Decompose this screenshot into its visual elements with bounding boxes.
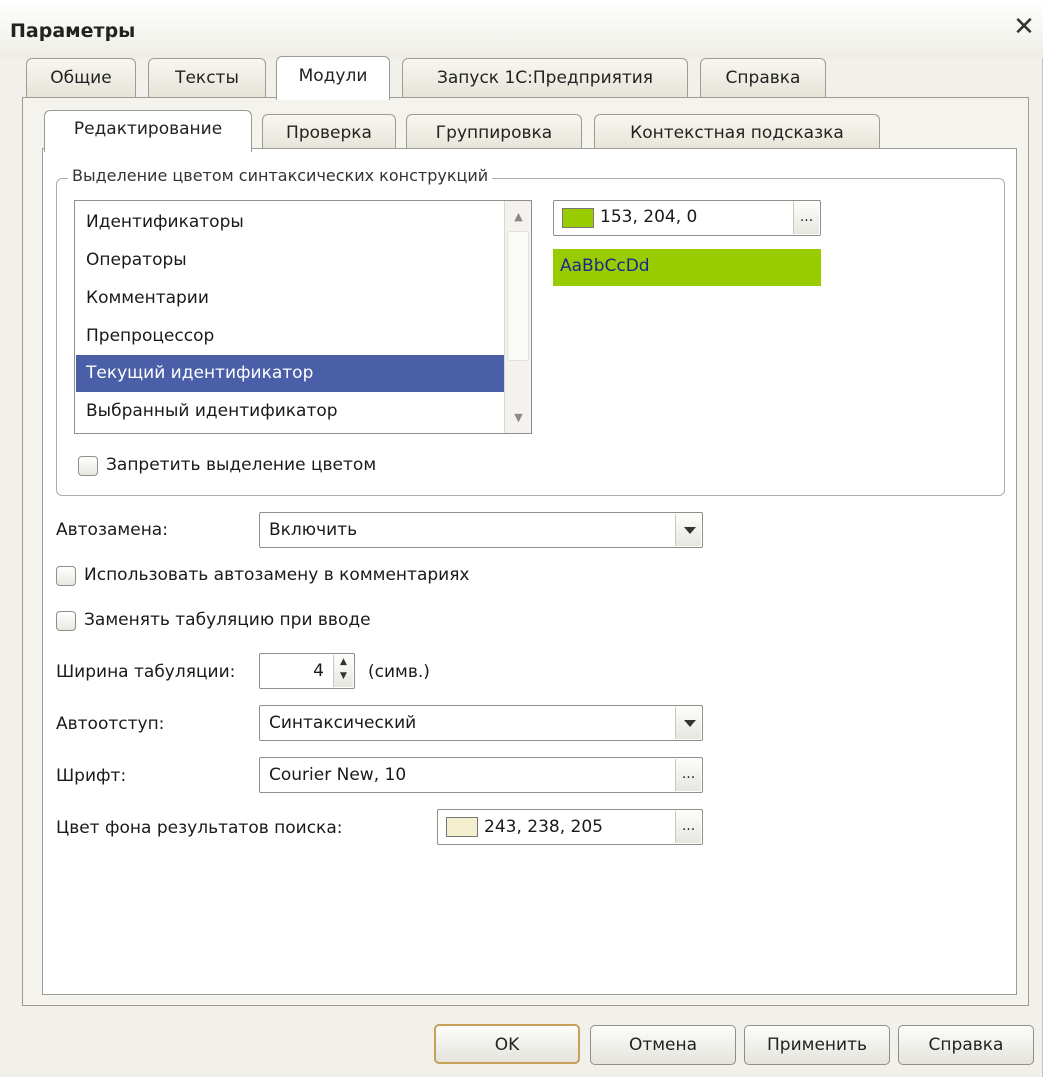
disable-color-checkbox[interactable] <box>78 456 98 476</box>
font-value: Courier New, 10 <box>269 765 407 785</box>
use-in-comments-label: Использовать автозамену в комментариях <box>84 565 470 585</box>
scroll-up-icon[interactable]: ▲ <box>505 203 532 230</box>
scroll-down-icon[interactable]: ▼ <box>505 404 532 431</box>
tab-enterprise-launch[interactable]: Запуск 1С:Предприятия <box>402 58 688 98</box>
autoindent-label: Автоотступ: <box>56 714 165 734</box>
list-item[interactable]: Комментарии <box>76 280 504 317</box>
window-title: Параметры <box>10 20 136 42</box>
tab-width-stepper[interactable]: 4 ▲ ▼ <box>259 653 355 689</box>
chevron-down-icon[interactable] <box>675 707 701 739</box>
tab-width-unit: (симв.) <box>368 662 430 682</box>
subtab-context-hint[interactable]: Контекстная подсказка <box>594 114 880 152</box>
tab-texts[interactable]: Тексты <box>148 58 266 98</box>
syntax-list[interactable]: Идентификаторы Операторы Комментарии Пре… <box>74 200 532 434</box>
autoindent-value: Синтаксический <box>269 713 417 733</box>
font-label: Шрифт: <box>56 766 127 786</box>
autoreplace-label: Автозамена: <box>56 520 168 540</box>
apply-button[interactable]: Применить <box>744 1025 890 1065</box>
tab-general[interactable]: Общие <box>26 58 136 98</box>
cancel-button[interactable]: Отмена <box>590 1025 736 1065</box>
tab-modules[interactable]: Модули <box>276 56 390 100</box>
color-swatch <box>562 208 594 228</box>
tab-width-label: Ширина табуляции: <box>56 662 236 682</box>
autoreplace-select[interactable]: Включить <box>259 512 703 548</box>
spin-arrows-icon[interactable]: ▲ ▼ <box>333 655 353 687</box>
use-in-comments-checkbox[interactable] <box>56 566 76 586</box>
list-item[interactable]: Операторы <box>76 242 504 279</box>
choose-color-button[interactable]: ... <box>675 811 701 843</box>
subtab-grouping[interactable]: Группировка <box>406 114 582 152</box>
close-icon[interactable]: ✕ <box>1011 14 1037 40</box>
tab-width-value: 4 <box>313 661 324 681</box>
search-bg-label: Цвет фона результатов поиска: <box>56 818 343 838</box>
syntax-group-title: Выделение цветом синтаксических конструк… <box>68 166 493 185</box>
search-bg-color-field[interactable]: 243, 238, 205 ... <box>437 809 703 845</box>
chevron-down-icon[interactable] <box>675 514 701 546</box>
scroll-thumb[interactable] <box>507 231 529 361</box>
replace-tab-checkbox[interactable] <box>56 611 76 631</box>
search-bg-value: 243, 238, 205 <box>484 817 603 837</box>
choose-color-button[interactable]: ... <box>793 202 819 234</box>
syntax-color-value: 153, 204, 0 <box>600 207 698 227</box>
replace-tab-label: Заменять табуляцию при вводе <box>84 610 371 630</box>
ok-button[interactable]: OK <box>434 1024 580 1064</box>
subtab-check[interactable]: Проверка <box>262 114 396 152</box>
autoindent-select[interactable]: Синтаксический <box>259 705 703 741</box>
syntax-color-field[interactable]: 153, 204, 0 ... <box>553 200 821 236</box>
disable-color-label: Запретить выделение цветом <box>106 455 377 475</box>
choose-font-button[interactable]: ... <box>675 759 701 791</box>
list-item[interactable]: Выбранный идентификатор <box>76 393 504 430</box>
list-scrollbar[interactable]: ▲ ▼ <box>504 201 531 433</box>
autoreplace-value: Включить <box>269 520 358 540</box>
help-button[interactable]: Справка <box>898 1025 1034 1065</box>
settings-dialog: Параметры ✕ Общие Тексты Модули Запуск 1… <box>0 0 1043 1077</box>
font-field[interactable]: Courier New, 10 ... <box>259 757 703 793</box>
color-preview: AaBbCcDd <box>553 249 821 286</box>
list-item[interactable]: Препроцессор <box>76 318 504 355</box>
color-swatch <box>446 817 478 837</box>
subtab-editing[interactable]: Редактирование <box>44 110 252 152</box>
list-item[interactable]: Идентификаторы <box>76 204 504 241</box>
list-item-selected[interactable]: Текущий идентификатор <box>76 355 504 392</box>
tab-help[interactable]: Справка <box>700 58 826 98</box>
title-bar: Параметры ✕ <box>0 0 1043 58</box>
